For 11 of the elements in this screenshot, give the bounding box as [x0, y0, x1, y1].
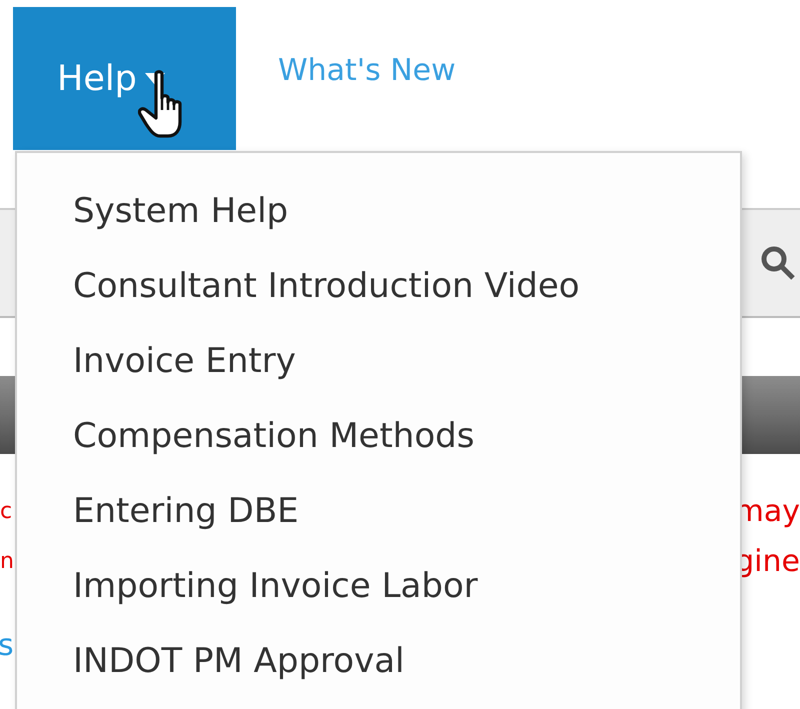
menu-item[interactable]: INDOT PM Approval [17, 624, 740, 699]
menu-item[interactable]: Consultant Introduction Video [17, 249, 740, 324]
menu-item[interactable]: Importing Invoice Labor [17, 549, 740, 624]
search-icon[interactable] [760, 245, 796, 281]
menu-item[interactable]: Compensation Methods [17, 399, 740, 474]
notice-text: n [0, 548, 14, 576]
notice-text: c [0, 498, 12, 526]
menu-item[interactable]: Invoice Entry [17, 324, 740, 399]
help-menu-tab[interactable]: Help [13, 7, 236, 150]
menu-item[interactable]: Entering DBE [17, 474, 740, 549]
menu-item[interactable]: System Help [17, 174, 740, 249]
